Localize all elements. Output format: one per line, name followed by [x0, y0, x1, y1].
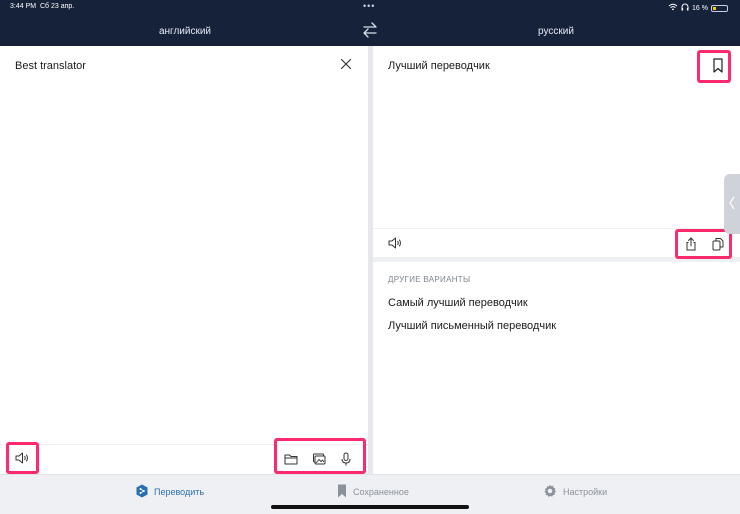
top-header: 3:44 PM Сб 23 апр. ••• 16 % английский р… [0, 0, 740, 46]
alternative-item[interactable]: Самый лучший переводчик [388, 297, 528, 309]
gear-icon [543, 484, 557, 500]
bookmark-icon[interactable] [709, 57, 727, 75]
wifi-icon [668, 3, 678, 13]
bookmark-icon [337, 484, 347, 500]
status-time: 3:44 PM Сб 23 апр. [10, 3, 75, 10]
battery-icon [711, 4, 728, 12]
home-indicator[interactable] [271, 505, 469, 509]
clear-icon[interactable] [338, 56, 354, 72]
status-right: 16 % [668, 3, 728, 13]
share-icon[interactable] [682, 235, 700, 253]
tab-translate[interactable]: Переводить [136, 484, 204, 500]
target-language-button[interactable]: русский [372, 26, 740, 37]
microphone-icon[interactable] [337, 450, 355, 468]
language-bar: английский русский [0, 18, 740, 44]
alternatives-panel: ДРУГИЕ ВАРИАНТЫ Самый лучший переводчик … [373, 262, 740, 474]
translation-panel: Лучший переводчик [373, 46, 740, 259]
camera-image-icon[interactable] [310, 450, 328, 468]
status-bar: 3:44 PM Сб 23 апр. ••• 16 % [0, 0, 740, 14]
deepl-logo-icon [136, 484, 148, 500]
chevron-left-icon [729, 196, 735, 210]
tab-saved-label: Сохраненное [353, 487, 409, 497]
tab-saved[interactable]: Сохраненное [337, 484, 409, 500]
tab-settings[interactable]: Настройки [543, 484, 607, 500]
tab-translate-label: Переводить [154, 487, 205, 497]
source-panel: Best translator [0, 46, 368, 474]
alternatives-heading: ДРУГИЕ ВАРИАНТЫ [388, 275, 471, 284]
multitasking-dots[interactable]: ••• [363, 1, 375, 11]
speaker-icon[interactable] [13, 449, 31, 467]
translation-text[interactable]: Лучший переводчик [388, 60, 490, 72]
copy-icon[interactable] [709, 235, 727, 253]
headphones-icon [681, 3, 689, 13]
speaker-icon[interactable] [386, 234, 404, 252]
side-panel-handle[interactable] [724, 174, 740, 234]
app-window: 3:44 PM Сб 23 апр. ••• 16 % английский р… [0, 0, 740, 514]
status-date: Сб 23 апр. [39, 3, 75, 10]
folder-icon[interactable] [282, 450, 300, 468]
source-text-input[interactable]: Best translator [15, 60, 86, 72]
tab-settings-label: Настройки [563, 487, 608, 497]
battery-percent: 16 % [692, 4, 708, 12]
source-language-button[interactable]: английский [0, 26, 370, 37]
alternative-item[interactable]: Лучший письменный переводчик [388, 320, 556, 332]
